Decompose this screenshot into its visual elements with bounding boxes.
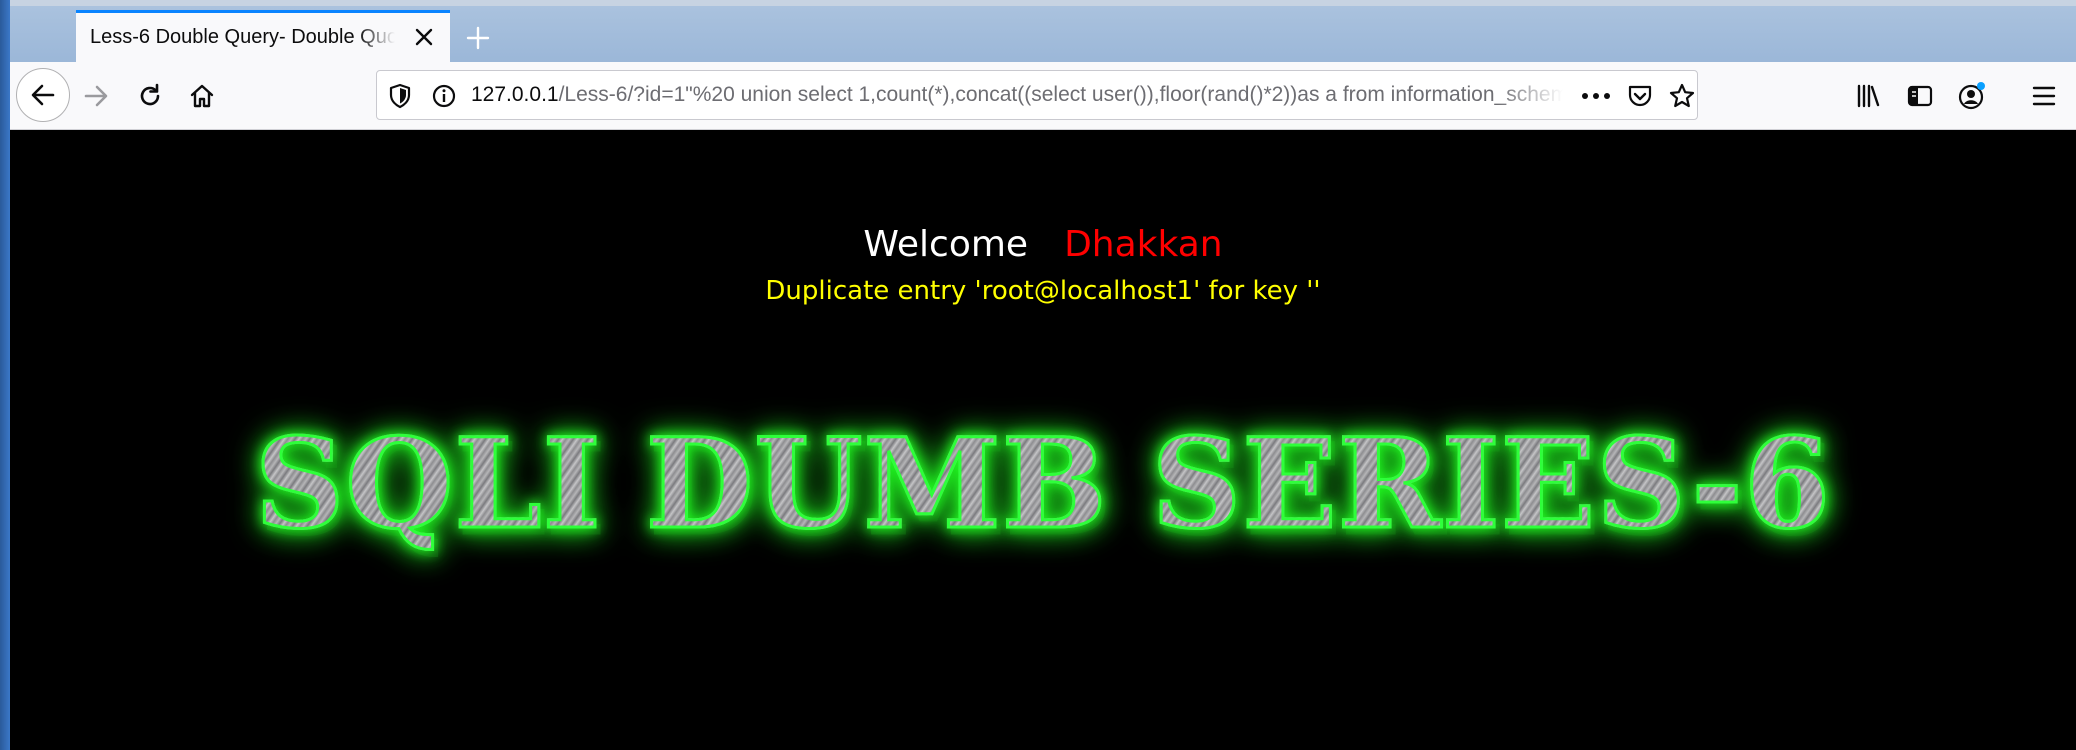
welcome-line: Welcome Dhakkan — [10, 224, 2076, 265]
tracking-protection-shield-icon[interactable] — [385, 81, 415, 111]
reload-button[interactable] — [128, 74, 172, 118]
library-button[interactable] — [1846, 74, 1890, 118]
navigation-toolbar: 127.0.0.1/Less-6/?id=1"%20 union select … — [10, 62, 2076, 130]
new-tab-button[interactable] — [456, 16, 500, 60]
sql-error-message: Duplicate entry 'root@localhost1' for ke… — [765, 276, 1321, 306]
page-content: Welcome Dhakkan Duplicate entry 'root@loc… — [10, 130, 2076, 750]
series-banner-title: SQLI DUMB SERIES-6 — [10, 411, 2076, 559]
reload-icon — [140, 83, 160, 106]
close-icon[interactable] — [412, 25, 436, 49]
forward-button[interactable] — [74, 74, 118, 118]
account-icon — [1958, 82, 1985, 110]
url-text[interactable]: 127.0.0.1/Less-6/?id=1"%20 union select … — [471, 71, 1563, 119]
url-host: 127.0.0.1 — [471, 83, 559, 106]
welcome-text: Welcome — [863, 224, 1029, 265]
hamburger-menu-icon — [2032, 86, 2056, 106]
home-button[interactable] — [180, 74, 224, 118]
url-bar[interactable]: 127.0.0.1/Less-6/?id=1"%20 union select … — [376, 70, 1698, 120]
account-button[interactable] — [1950, 74, 1994, 118]
home-icon — [190, 84, 214, 108]
tab-title: Less-6 Double Query- Double Quotes- Stri… — [90, 26, 395, 48]
back-arrow-icon — [31, 84, 55, 106]
menu-button[interactable] — [2022, 74, 2066, 118]
sidebar-button[interactable] — [1898, 74, 1942, 118]
pocket-icon[interactable] — [1625, 81, 1655, 111]
tab-strip: Less-6 Double Query- Double Quotes- Stri… — [10, 6, 2076, 62]
library-icon — [1857, 84, 1880, 108]
plus-icon — [466, 26, 490, 50]
username-text: Dhakkan — [1064, 224, 1223, 265]
sidebar-icon — [1907, 85, 1933, 107]
page-actions-more-icon[interactable] — [1581, 81, 1611, 111]
tab-active[interactable]: Less-6 Double Query- Double Quotes- Stri… — [76, 10, 450, 62]
back-button[interactable] — [16, 68, 70, 122]
bookmark-star-icon[interactable] — [1667, 81, 1697, 111]
site-info-icon[interactable] — [429, 81, 459, 111]
url-path: /Less-6/?id=1"%20 union select 1,count(*… — [558, 83, 1563, 106]
forward-arrow-icon — [84, 85, 108, 107]
window-left-edge — [0, 0, 10, 750]
